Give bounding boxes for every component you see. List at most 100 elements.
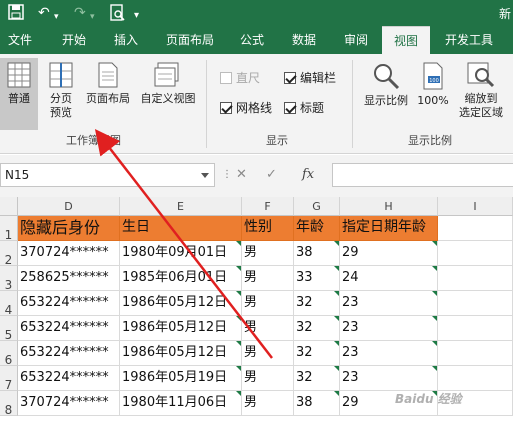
headings-checkbox[interactable]: 标题 xyxy=(284,100,324,116)
undo-dropdown-icon[interactable]: ▾ xyxy=(54,8,59,26)
cell-id[interactable]: 653224****** xyxy=(18,366,120,391)
empty-cell[interactable] xyxy=(438,291,513,316)
cell-gender[interactable]: 男 xyxy=(242,391,294,416)
cell-id[interactable]: 370724****** xyxy=(18,391,120,416)
group-separator xyxy=(206,60,207,148)
headings-checkbox-box[interactable] xyxy=(284,102,296,114)
row-header[interactable]: 1 xyxy=(0,216,18,242)
cell-gender[interactable]: 男 xyxy=(242,316,294,341)
cell-id[interactable]: 653224****** xyxy=(18,316,120,341)
save-icon[interactable] xyxy=(8,4,24,25)
gridlines-checkbox[interactable]: 网格线 xyxy=(220,100,272,116)
cell-age[interactable]: 32 xyxy=(294,316,340,341)
row-header[interactable]: 5 xyxy=(0,316,18,342)
cell-birthday[interactable]: 1986年05月12日 xyxy=(120,316,242,341)
cell-age[interactable]: 33 xyxy=(294,266,340,291)
header-cell-gender[interactable]: 性别 xyxy=(242,216,294,241)
zoom-button[interactable]: 显示比例 xyxy=(358,58,414,130)
tab-file[interactable]: 文件 xyxy=(0,26,40,54)
cell-id[interactable]: 653224****** xyxy=(18,341,120,366)
formula-bar-checkbox[interactable]: 编辑栏 xyxy=(284,70,336,86)
row-header[interactable]: 4 xyxy=(0,291,18,317)
cell-age[interactable]: 38 xyxy=(294,241,340,266)
error-indicator-icon xyxy=(432,266,437,271)
print-preview-icon[interactable] xyxy=(110,4,126,27)
cell-id[interactable]: 258625****** xyxy=(18,266,120,291)
name-box[interactable]: N15 xyxy=(0,163,215,187)
cell-age[interactable]: 32 xyxy=(294,291,340,316)
undo-icon[interactable]: ↶ xyxy=(38,4,50,22)
cell-gender[interactable]: 男 xyxy=(242,366,294,391)
cell-birthday[interactable]: 1980年11月06日 xyxy=(120,391,242,416)
page-break-preview-button[interactable]: 分页 预览 xyxy=(42,58,80,130)
cell-age-at-date[interactable]: 23 xyxy=(340,291,438,316)
cell-birthday[interactable]: 1985年06月01日 xyxy=(120,266,242,291)
cell-birthday[interactable]: 1986年05月12日 xyxy=(120,341,242,366)
tab-developer[interactable]: 开发工具 xyxy=(436,26,502,54)
cell-age[interactable]: 32 xyxy=(294,366,340,391)
insert-function-button[interactable]: fx xyxy=(302,167,314,182)
custom-views-button[interactable]: 自定义视图 xyxy=(136,58,200,130)
enter-button[interactable]: ✓ xyxy=(266,167,277,182)
page-break-preview-icon xyxy=(49,62,73,88)
customize-toolbar-icon[interactable]: ▾ xyxy=(134,7,139,25)
gridlines-checkbox-box[interactable] xyxy=(220,102,232,114)
cell-birthday[interactable]: 1986年05月19日 xyxy=(120,366,242,391)
empty-cell[interactable] xyxy=(438,341,513,366)
row-header[interactable]: 8 xyxy=(0,391,18,417)
select-all-corner[interactable] xyxy=(0,197,18,216)
cell-birthday[interactable]: 1986年05月12日 xyxy=(120,291,242,316)
header-cell-age-at-date[interactable]: 指定日期年龄 xyxy=(340,216,438,241)
tab-home[interactable]: 开始 xyxy=(52,26,96,54)
cell-age-at-date[interactable]: 23 xyxy=(340,366,438,391)
error-indicator-icon xyxy=(334,366,339,371)
normal-view-button[interactable]: 普通 xyxy=(0,58,38,130)
header-cell-id[interactable]: 隐藏后身份 xyxy=(18,216,120,241)
cell-gender[interactable]: 男 xyxy=(242,241,294,266)
cell-gender[interactable]: 男 xyxy=(242,266,294,291)
header-cell-age[interactable]: 年龄 xyxy=(294,216,340,241)
cell-age-at-date[interactable]: 23 xyxy=(340,341,438,366)
cancel-button[interactable]: ✕ xyxy=(236,167,247,182)
header-cell-birthday[interactable]: 生日 xyxy=(120,216,242,241)
cell-age[interactable]: 38 xyxy=(294,391,340,416)
cell-gender[interactable]: 男 xyxy=(242,291,294,316)
cell-age-at-date[interactable]: 23 xyxy=(340,316,438,341)
column-header-g[interactable]: G xyxy=(294,197,340,216)
tab-page-layout[interactable]: 页面布局 xyxy=(160,26,220,54)
empty-cell[interactable] xyxy=(438,316,513,341)
empty-cell[interactable] xyxy=(438,366,513,391)
cell-id[interactable]: 370724****** xyxy=(18,241,120,266)
formula-input[interactable] xyxy=(332,163,513,187)
tab-formulas[interactable]: 公式 xyxy=(230,26,274,54)
tab-review[interactable]: 审阅 xyxy=(334,26,378,54)
column-header-h[interactable]: H xyxy=(340,197,438,216)
column-header-e[interactable]: E xyxy=(120,197,242,216)
zoom-100-button[interactable]: 100 100% xyxy=(414,58,452,130)
cell-birthday[interactable]: 1980年09月01日 xyxy=(120,241,242,266)
watermark: Baidu 经验 xyxy=(395,392,462,406)
chevron-down-icon[interactable] xyxy=(201,173,209,178)
tab-view[interactable]: 视图 xyxy=(382,26,430,54)
cell-age[interactable]: 32 xyxy=(294,341,340,366)
tab-data[interactable]: 数据 xyxy=(282,26,326,54)
tab-insert[interactable]: 插入 xyxy=(104,26,148,54)
empty-cell[interactable] xyxy=(438,241,513,266)
column-header-d[interactable]: D xyxy=(18,197,120,216)
page-layout-view-button[interactable]: 页面布局 xyxy=(82,58,134,130)
formula-bar-checkbox-box[interactable] xyxy=(284,72,296,84)
cell-gender[interactable]: 男 xyxy=(242,341,294,366)
row-header[interactable]: 7 xyxy=(0,366,18,392)
row-header[interactable]: 2 xyxy=(0,241,18,267)
column-header-i[interactable]: I xyxy=(438,197,513,216)
cell-age-at-date[interactable]: 24 xyxy=(340,266,438,291)
row-header[interactable]: 6 xyxy=(0,341,18,367)
empty-cell[interactable] xyxy=(438,266,513,291)
row-header[interactable]: 3 xyxy=(0,266,18,292)
cell-age-at-date[interactable]: 29 xyxy=(340,241,438,266)
redo-icon: ↷ xyxy=(74,5,86,21)
cell-id[interactable]: 653224****** xyxy=(18,291,120,316)
column-header-f[interactable]: F xyxy=(242,197,294,216)
zoom-to-selection-button[interactable]: 缩放到 选定区域 xyxy=(454,58,508,130)
empty-cell[interactable] xyxy=(438,216,513,241)
